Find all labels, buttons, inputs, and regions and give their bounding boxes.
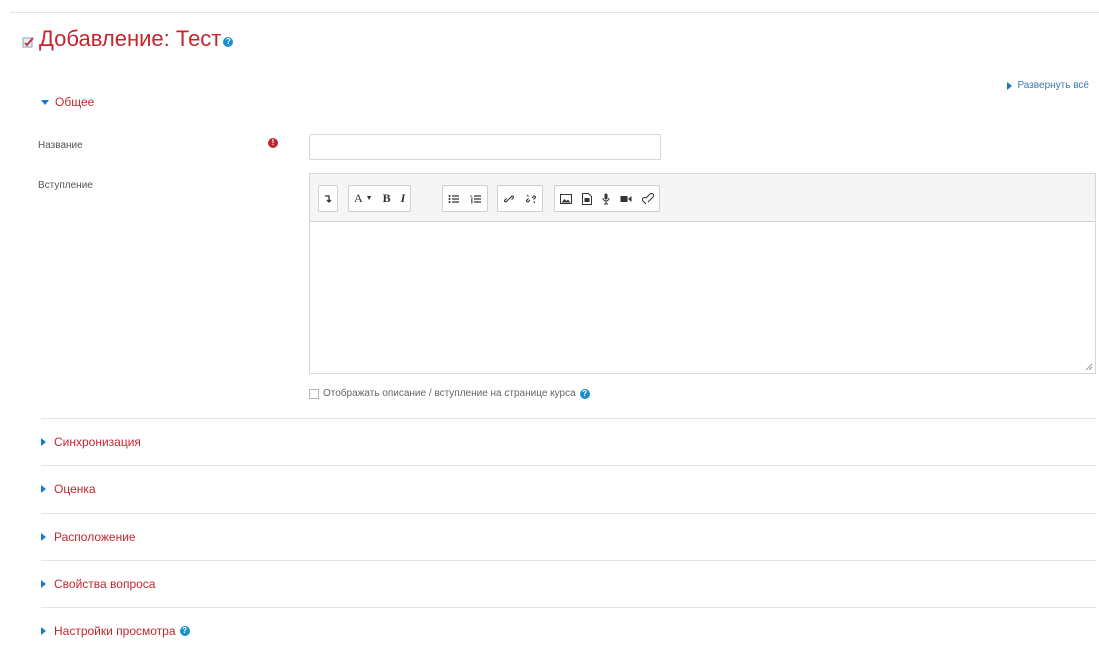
- expand-triangle-icon: [41, 627, 46, 635]
- top-divider: [10, 12, 1099, 13]
- section-label-general: Общее: [55, 95, 95, 109]
- show-description-row: Отображать описание / вступление на стра…: [309, 388, 590, 399]
- required-icon: !: [268, 138, 278, 148]
- section-label: Свойства вопроса: [54, 577, 156, 591]
- name-input[interactable]: [309, 134, 661, 160]
- bold-button[interactable]: B: [378, 186, 396, 211]
- ordered-list-icon: [470, 194, 481, 203]
- italic-button[interactable]: I: [396, 186, 411, 211]
- expand-triangle-icon: [41, 438, 46, 446]
- record-audio-icon: [602, 193, 610, 204]
- expand-all-link[interactable]: Развернуть всё: [1007, 80, 1089, 91]
- name-label: Название: [38, 140, 83, 151]
- section-label: Синхронизация: [54, 435, 141, 449]
- toolbar-group-collapse: [318, 185, 338, 212]
- record-audio-button[interactable]: [597, 186, 615, 211]
- section-header-timing[interactable]: Синхронизация: [41, 418, 1096, 465]
- manage-files-button[interactable]: [637, 186, 659, 211]
- unordered-list-icon: [448, 194, 459, 203]
- image-icon: [560, 193, 572, 204]
- section-header-question-behaviour[interactable]: Свойства вопроса: [41, 560, 1096, 607]
- ordered-list-button[interactable]: [465, 186, 487, 211]
- media-button[interactable]: [577, 186, 597, 211]
- section-header-layout[interactable]: Расположение: [41, 513, 1096, 560]
- page-title: Добавление: Тест: [39, 26, 222, 51]
- link-icon: [503, 194, 515, 203]
- chevron-down-icon: ▼: [365, 195, 373, 202]
- show-description-checkbox[interactable]: [309, 388, 319, 399]
- section-header-general[interactable]: Общее: [41, 95, 94, 109]
- editor-toolbar: A ▼ B I: [309, 173, 1096, 222]
- intro-editor: A ▼ B I: [309, 173, 1096, 374]
- toolbar-group-links: [497, 185, 543, 212]
- collapse-triangle-icon: [41, 99, 49, 105]
- section-header-review-options[interactable]: Настройки просмотра ?: [41, 607, 1096, 654]
- record-video-icon: [620, 195, 632, 202]
- help-icon[interactable]: ?: [179, 626, 190, 636]
- quiz-activity-icon: [22, 37, 34, 48]
- section-label: Расположение: [54, 530, 136, 544]
- expand-triangle-icon: [41, 485, 46, 493]
- expand-triangle-icon: [41, 580, 46, 588]
- collapse-icon: [325, 194, 332, 203]
- section-header-grade[interactable]: Оценка: [41, 465, 1096, 512]
- section-label: Настройки просмотра: [54, 624, 176, 638]
- font-style-icon: A: [354, 191, 363, 205]
- italic-icon: I: [400, 191, 406, 205]
- image-button[interactable]: [555, 186, 577, 211]
- intro-text-area[interactable]: [309, 222, 1096, 374]
- page-header: Добавление: Тест ?: [22, 26, 234, 52]
- intro-label: Вступление: [38, 180, 93, 191]
- section-label: Оценка: [54, 482, 96, 496]
- help-icon[interactable]: ?: [223, 37, 234, 47]
- expand-triangle-icon: [1007, 81, 1013, 90]
- toolbar-group-style: A ▼ B I: [348, 185, 412, 212]
- toolbar-group-lists: [442, 185, 488, 212]
- record-video-button[interactable]: [615, 186, 637, 211]
- resize-grip-icon[interactable]: [1085, 363, 1093, 371]
- unordered-list-button[interactable]: [443, 186, 465, 211]
- show-description-label: Отображать описание / вступление на стра…: [323, 388, 576, 399]
- font-style-button[interactable]: A ▼: [349, 186, 378, 211]
- unlink-icon: [525, 194, 537, 203]
- manage-files-icon: [642, 192, 654, 204]
- unlink-button[interactable]: [520, 186, 542, 211]
- link-button[interactable]: [498, 186, 520, 211]
- media-icon: [582, 192, 592, 205]
- toolbar-group-media: [554, 185, 660, 212]
- collapse-toolbar-button[interactable]: [319, 186, 337, 211]
- expand-all-label: Развернуть всё: [1017, 80, 1089, 91]
- bold-icon: B: [382, 191, 391, 205]
- help-icon[interactable]: ?: [579, 388, 590, 399]
- expand-triangle-icon: [41, 533, 46, 541]
